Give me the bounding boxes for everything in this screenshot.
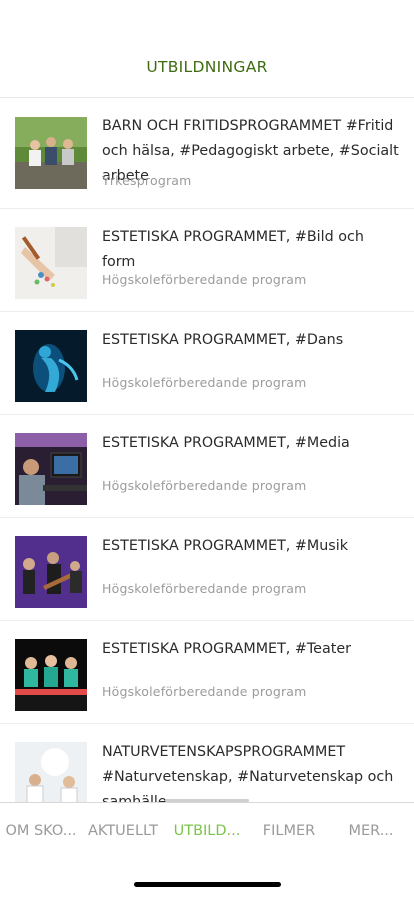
home-indicator (134, 882, 281, 887)
program-type: Högskoleförberedande program (102, 684, 307, 699)
list-item[interactable]: ESTETISKA PROGRAMMET, #Media Högskoleför… (0, 415, 414, 518)
program-thumbnail (15, 536, 87, 608)
program-thumbnail (15, 639, 87, 711)
program-type: Högskoleförberedande program (102, 581, 307, 596)
page-header: UTBILDNINGAR (0, 0, 414, 98)
program-list[interactable]: BARN OCH FRITIDSPROGRAMMET #Fritid och h… (0, 98, 414, 802)
list-item[interactable]: BARN OCH FRITIDSPROGRAMMET #Fritid och h… (0, 98, 414, 209)
program-thumbnail (15, 742, 87, 802)
list-item[interactable]: ESTETISKA PROGRAMMET, #Teater Högskolefö… (0, 621, 414, 724)
program-thumbnail (15, 117, 87, 189)
program-title: ESTETISKA PROGRAMMET, #Musik (102, 538, 348, 554)
tab-filmer[interactable]: FILMER (248, 823, 330, 839)
program-title: ESTETISKA PROGRAMMET, #Teater (102, 641, 352, 657)
list-item[interactable]: ESTETISKA PROGRAMMET, #Musik Högskoleför… (0, 518, 414, 621)
list-item[interactable]: ESTETISKA PROGRAMMET, #Bild och form Hög… (0, 209, 414, 312)
program-title: NATURVETENSKAPSPROGRAMMET #Naturvetenska… (102, 744, 394, 802)
program-title: ESTETISKA PROGRAMMET, #Media (102, 435, 350, 451)
tab-om-skolan[interactable]: OM SKO... (0, 823, 82, 839)
tab-utbildningar[interactable]: UTBILD... (166, 823, 248, 839)
list-item[interactable]: ESTETISKA PROGRAMMET, #Dans Högskoleförb… (0, 312, 414, 415)
list-item[interactable]: NATURVETENSKAPSPROGRAMMET #Naturvetenska… (0, 724, 414, 802)
program-type: Högskoleförberedande program (102, 272, 307, 287)
tab-aktuellt[interactable]: AKTUELLT (82, 823, 164, 839)
program-type: Högskoleförberedande program (102, 478, 307, 493)
program-type: Högskoleförberedande program (102, 375, 307, 390)
page-title: UTBILDNINGAR (146, 58, 268, 76)
program-thumbnail (15, 330, 87, 402)
program-type: Yrkesprogram (102, 173, 192, 188)
program-thumbnail (15, 227, 87, 299)
program-title: ESTETISKA PROGRAMMET, #Dans (102, 332, 344, 348)
program-thumbnail (15, 433, 87, 505)
tab-mer[interactable]: MER... (330, 823, 412, 839)
program-title: ESTETISKA PROGRAMMET, #Bild och form (102, 229, 364, 270)
